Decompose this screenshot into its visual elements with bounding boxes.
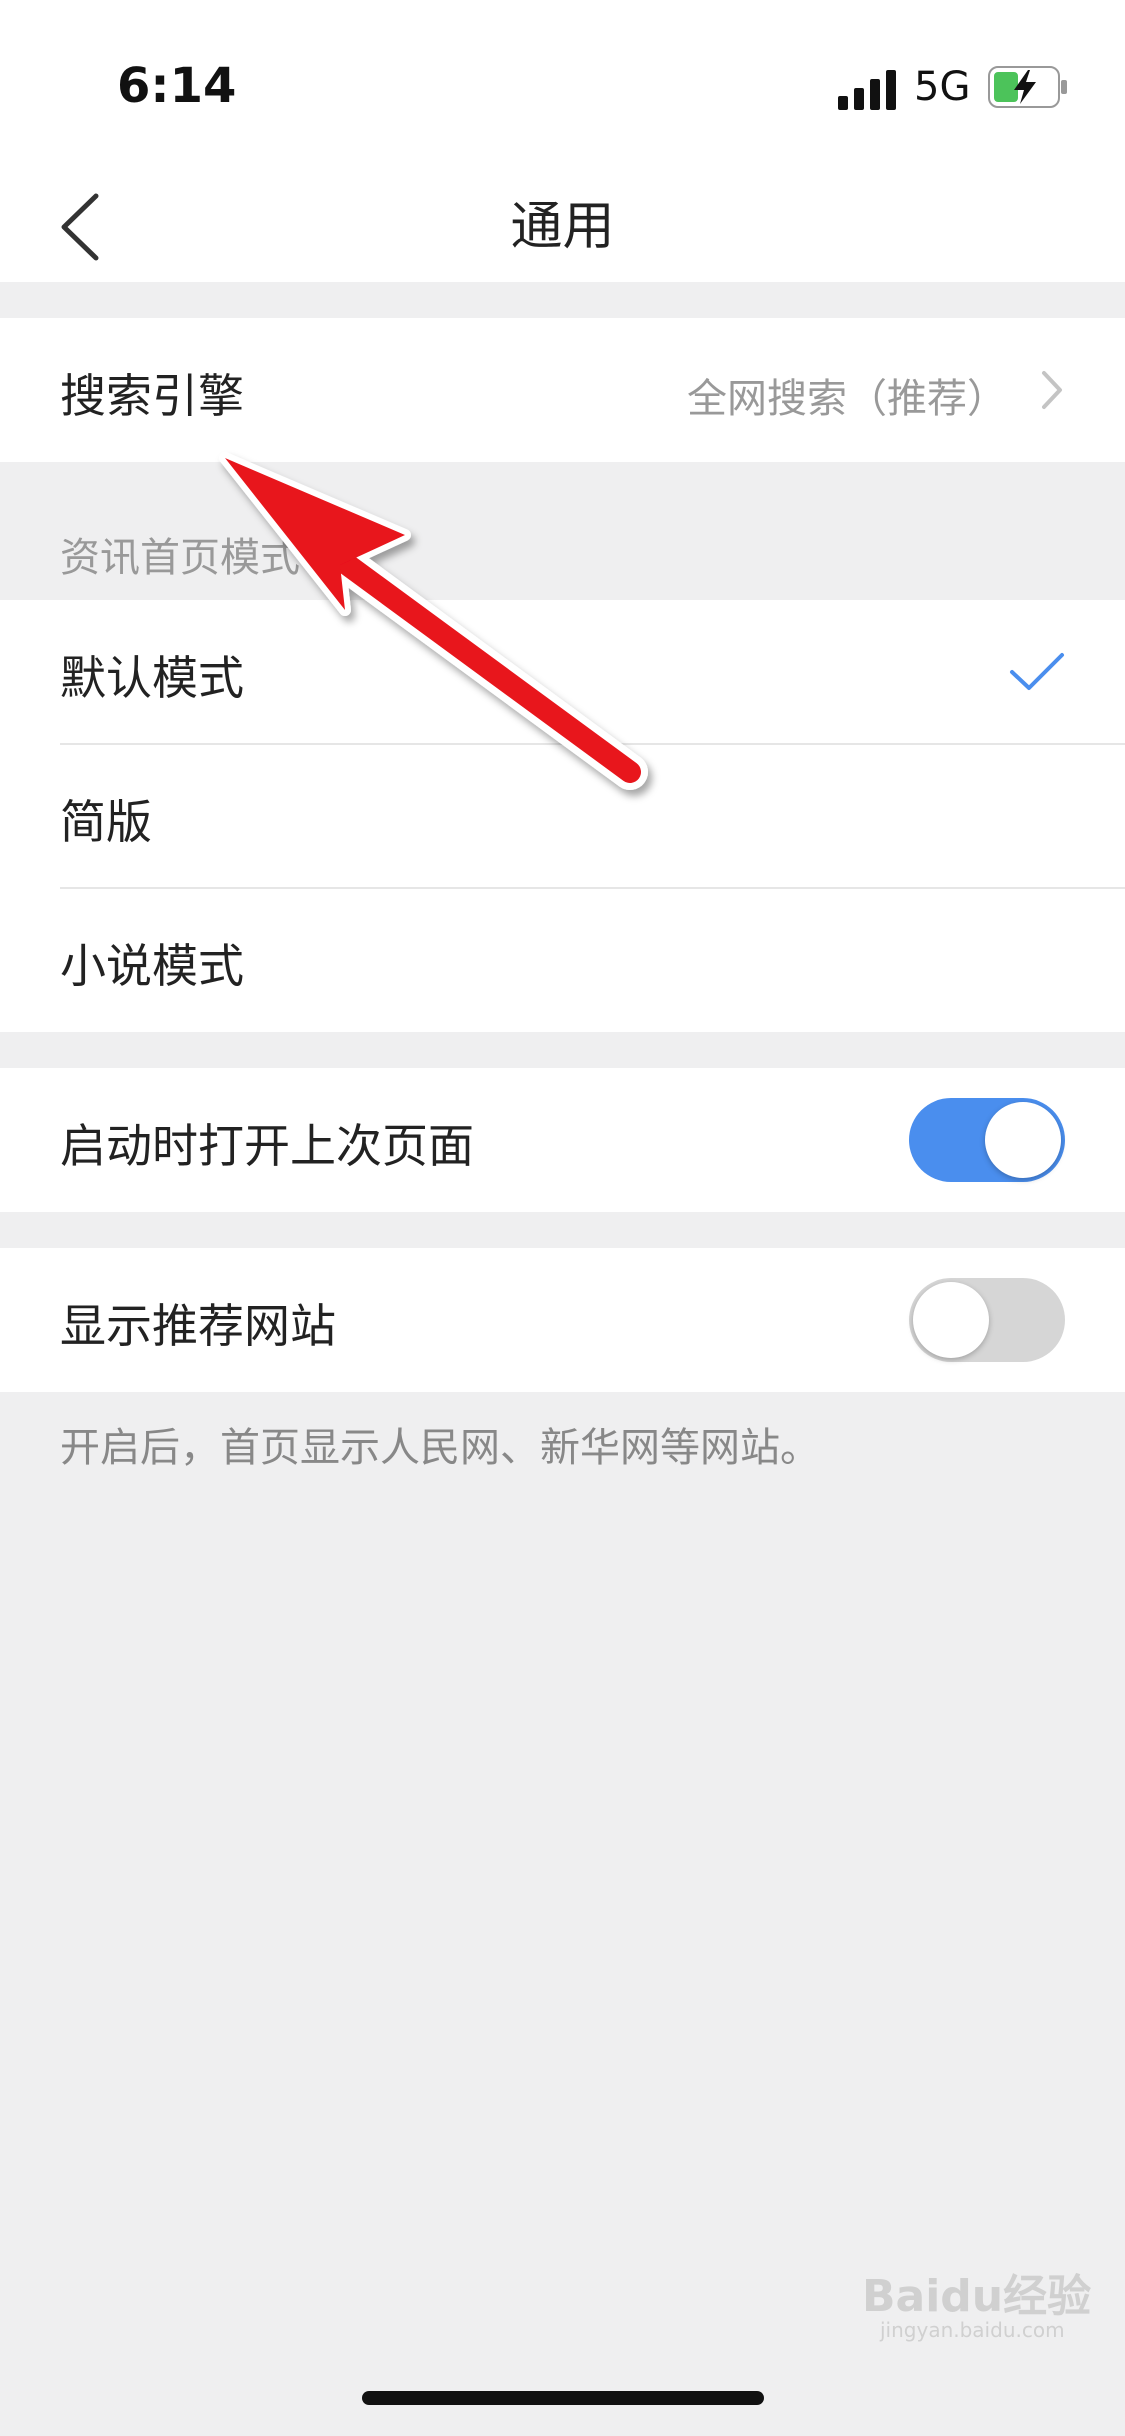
open-last-page-label: 启动时打开上次页面 bbox=[60, 1119, 474, 1173]
search-engine-label: 搜索引擎 bbox=[60, 369, 244, 423]
open-last-page-section: 启动时打开上次页面 bbox=[0, 1068, 1125, 1212]
toggle-knob bbox=[985, 1102, 1061, 1178]
recommended-sites-label: 显示推荐网站 bbox=[60, 1299, 336, 1353]
option-label: 默认模式 bbox=[60, 651, 244, 705]
page-title: 通用 bbox=[510, 197, 615, 257]
search-engine-value: 全网搜索（推荐） bbox=[687, 376, 1007, 422]
news-mode-section: 默认模式 简版 小说模式 bbox=[0, 600, 1125, 1032]
search-engine-row[interactable]: 搜索引擎 全网搜索（推荐） bbox=[0, 318, 1125, 462]
option-label: 小说模式 bbox=[60, 939, 244, 993]
option-novel-mode[interactable]: 小说模式 bbox=[0, 888, 1125, 1032]
navigation-bar: 通用 bbox=[0, 170, 1125, 282]
option-label: 简版 bbox=[60, 795, 152, 849]
toggle-knob bbox=[913, 1282, 989, 1358]
status-bar: 6:14 5G bbox=[0, 0, 1125, 170]
status-time: 6:14 bbox=[117, 58, 237, 114]
news-mode-header: 资讯首页模式 bbox=[60, 535, 300, 581]
recommended-sites-section: 显示推荐网站 bbox=[0, 1248, 1125, 1392]
recommended-sites-footnote: 开启后，首页显示人民网、新华网等网站。 bbox=[60, 1425, 820, 1471]
open-last-page-toggle[interactable] bbox=[909, 1098, 1065, 1182]
signal-icon bbox=[838, 70, 896, 110]
checkmark-icon bbox=[1010, 653, 1064, 690]
search-engine-section: 搜索引擎 全网搜索（推荐） bbox=[0, 318, 1125, 462]
option-default-mode[interactable]: 默认模式 bbox=[0, 600, 1125, 744]
chevron-right-icon bbox=[1042, 371, 1062, 409]
watermark-logo: Baidu经验 bbox=[862, 2271, 1092, 2322]
battery-charging-icon bbox=[988, 66, 1067, 108]
network-type: 5G bbox=[914, 64, 971, 110]
option-simple-mode[interactable]: 简版 bbox=[0, 744, 1125, 888]
recommended-sites-toggle[interactable] bbox=[909, 1278, 1065, 1362]
watermark-url: jingyan.baidu.com bbox=[880, 2318, 1065, 2342]
home-indicator[interactable] bbox=[362, 2391, 764, 2405]
